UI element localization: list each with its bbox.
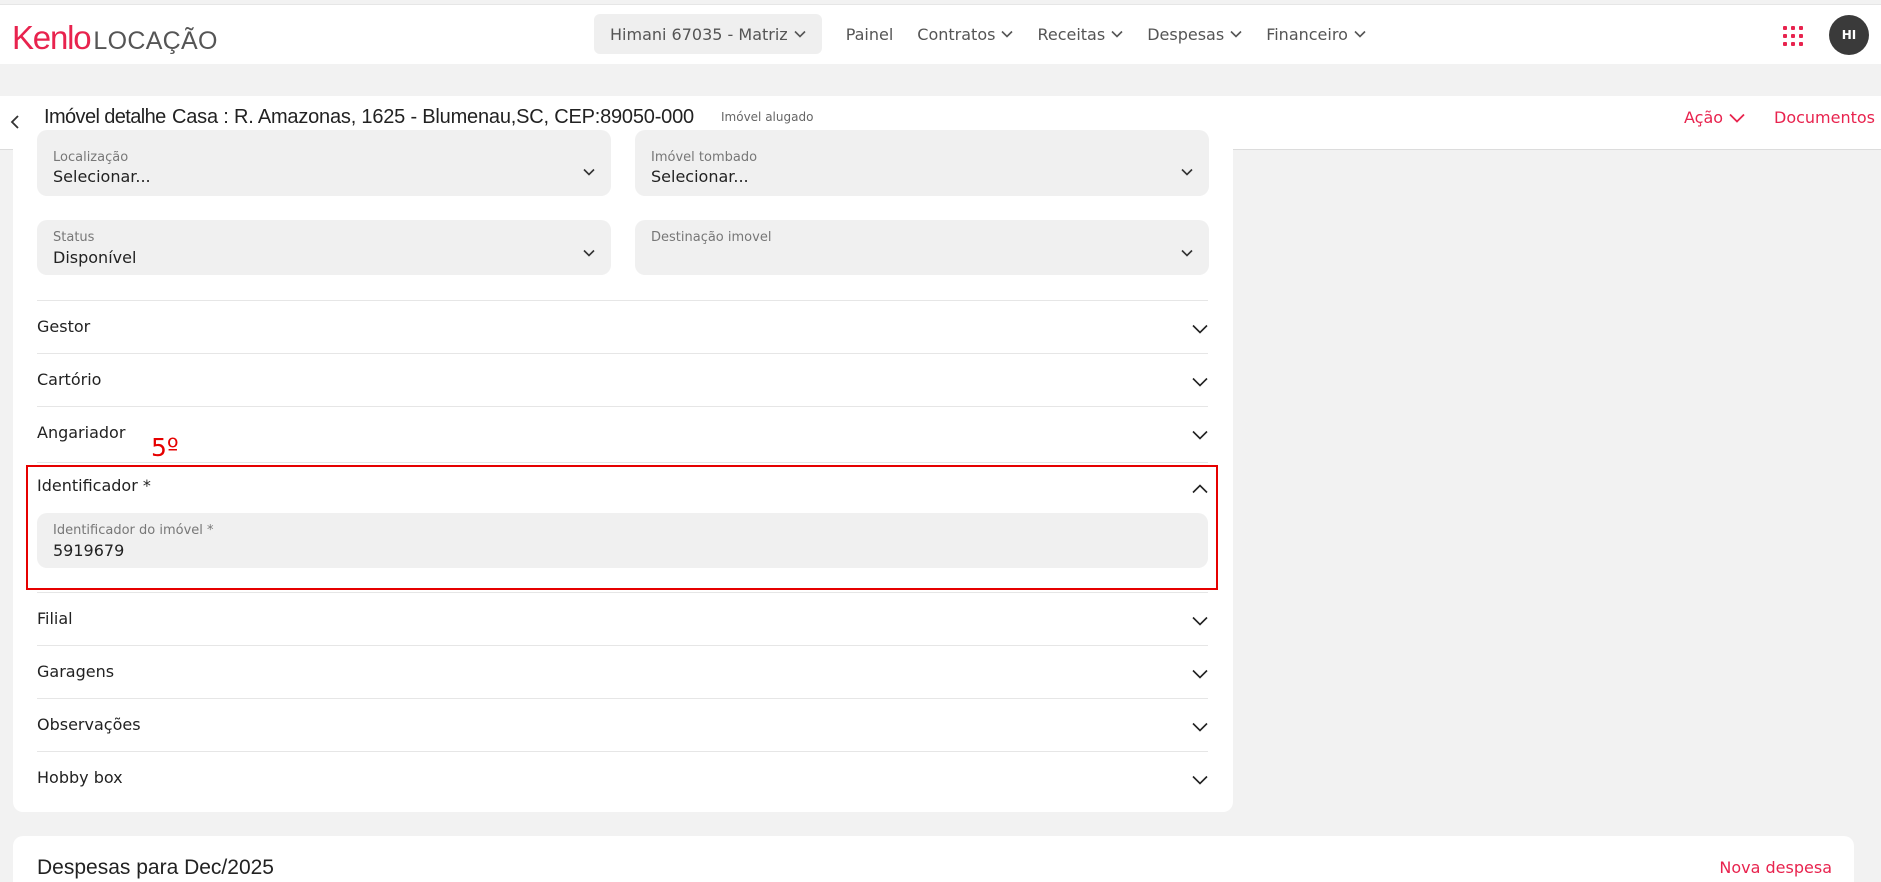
accordion-angariador[interactable]: Angariador — [37, 406, 1208, 459]
annotation-highlight-box — [26, 465, 1218, 590]
chevron-down-icon — [1192, 611, 1208, 630]
chevron-down-icon — [1192, 319, 1208, 338]
nav-item-financeiro[interactable]: Financeiro — [1266, 25, 1366, 44]
despesas-card: Despesas para Dec/2025 Nova despesa — [13, 836, 1854, 882]
chevron-down-icon — [1001, 30, 1014, 38]
accordion-cartorio[interactable]: Cartório — [37, 353, 1208, 406]
accordion-gestor[interactable]: Gestor — [37, 300, 1208, 353]
nav-item-painel[interactable]: Painel — [846, 25, 894, 44]
field-label: Destinação imovel — [651, 230, 772, 245]
action-menu-label: Ação — [1684, 108, 1724, 127]
field-value: Selecionar... — [53, 167, 151, 186]
organization-selector[interactable]: Himani 67035 - Matriz — [594, 14, 822, 54]
field-label: Status — [53, 230, 95, 245]
chevron-down-icon — [1192, 770, 1208, 789]
chevron-down-icon — [1181, 242, 1193, 261]
chevron-down-icon — [1192, 425, 1208, 444]
chevron-down-icon — [1111, 30, 1123, 38]
status-select[interactable]: Status Disponível — [37, 220, 611, 275]
apps-grid-icon[interactable] — [1783, 26, 1803, 46]
field-label: Imóvel tombado — [651, 150, 758, 165]
property-address: Casa : R. Amazonas, 1625 - Blumenau,SC, … — [172, 106, 694, 128]
chevron-down-icon — [1354, 30, 1366, 38]
nav-item-label: Financeiro — [1266, 24, 1348, 44]
nav-item-contratos[interactable]: Contratos — [917, 24, 1014, 44]
chevron-down-icon — [583, 242, 595, 261]
accordion-label: Hobby box — [37, 768, 123, 787]
localizacao-select[interactable]: Localização Selecionar... — [37, 130, 611, 196]
chevron-down-icon — [1181, 161, 1193, 180]
property-status-tag: Imóvel alugado — [721, 110, 814, 124]
chevron-down-icon — [1729, 113, 1745, 123]
field-label: Localização — [53, 150, 129, 165]
accordion-label: Cartório — [37, 370, 102, 389]
accordion-observacoes[interactable]: Observações — [37, 698, 1208, 751]
accordion-label: Angariador — [37, 423, 126, 442]
accordion-filial[interactable]: Filial — [37, 592, 1208, 645]
despesas-title: Despesas para Dec/2025 — [37, 856, 274, 879]
field-value: Selecionar... — [651, 167, 749, 186]
field-value: Disponível — [53, 248, 137, 267]
logo-kenlo-text: Kenlo — [12, 19, 92, 56]
nav-item-label: Receitas — [1037, 24, 1106, 44]
imovel-tombado-select[interactable]: Imóvel tombado Selecionar... — [635, 130, 1209, 196]
nav-item-label: Despesas — [1147, 24, 1225, 44]
chevron-down-icon — [583, 161, 595, 180]
accordion-label: Gestor — [37, 317, 91, 336]
annotation-step-number: 5º — [151, 433, 179, 462]
nav-item-label: Contratos — [917, 24, 996, 44]
chevron-down-icon — [1230, 30, 1242, 38]
main-nav: Himani 67035 - Matriz Painel Contratos R… — [594, 14, 1366, 54]
accordion-label: Garagens — [37, 662, 115, 681]
nav-item-despesas[interactable]: Despesas — [1147, 25, 1242, 44]
chevron-down-icon — [1192, 717, 1208, 736]
user-avatar[interactable]: HI — [1829, 15, 1869, 55]
accordion-hobby-box[interactable]: Hobby box — [37, 751, 1208, 804]
kenlo-logo[interactable]: Kenlo LOCAÇÃO — [12, 19, 218, 57]
nova-despesa-button[interactable]: Nova despesa — [1719, 858, 1832, 877]
nav-item-receitas[interactable]: Receitas — [1037, 25, 1123, 44]
page-title: Imóvel detalhe — [44, 106, 166, 128]
destinacao-imovel-select[interactable]: Destinação imovel — [635, 220, 1209, 275]
action-menu-button[interactable]: Ação — [1684, 108, 1745, 127]
top-navigation-bar: Kenlo LOCAÇÃO Himani 67035 - Matriz Pain… — [0, 4, 1881, 64]
documents-link[interactable]: Documentos — [1774, 108, 1875, 127]
accordion-garagens[interactable]: Garagens — [37, 645, 1208, 698]
nav-item-label: Painel — [845, 24, 894, 44]
chevron-down-icon — [794, 30, 806, 38]
chevron-down-icon — [1192, 664, 1208, 683]
chevron-down-icon — [1192, 372, 1208, 391]
accordion-label: Observações — [37, 715, 141, 734]
organization-selector-label: Himani 67035 - Matriz — [610, 24, 788, 44]
logo-locacao-text: LOCAÇÃO — [93, 27, 218, 55]
accordion-label: Filial — [37, 609, 73, 628]
